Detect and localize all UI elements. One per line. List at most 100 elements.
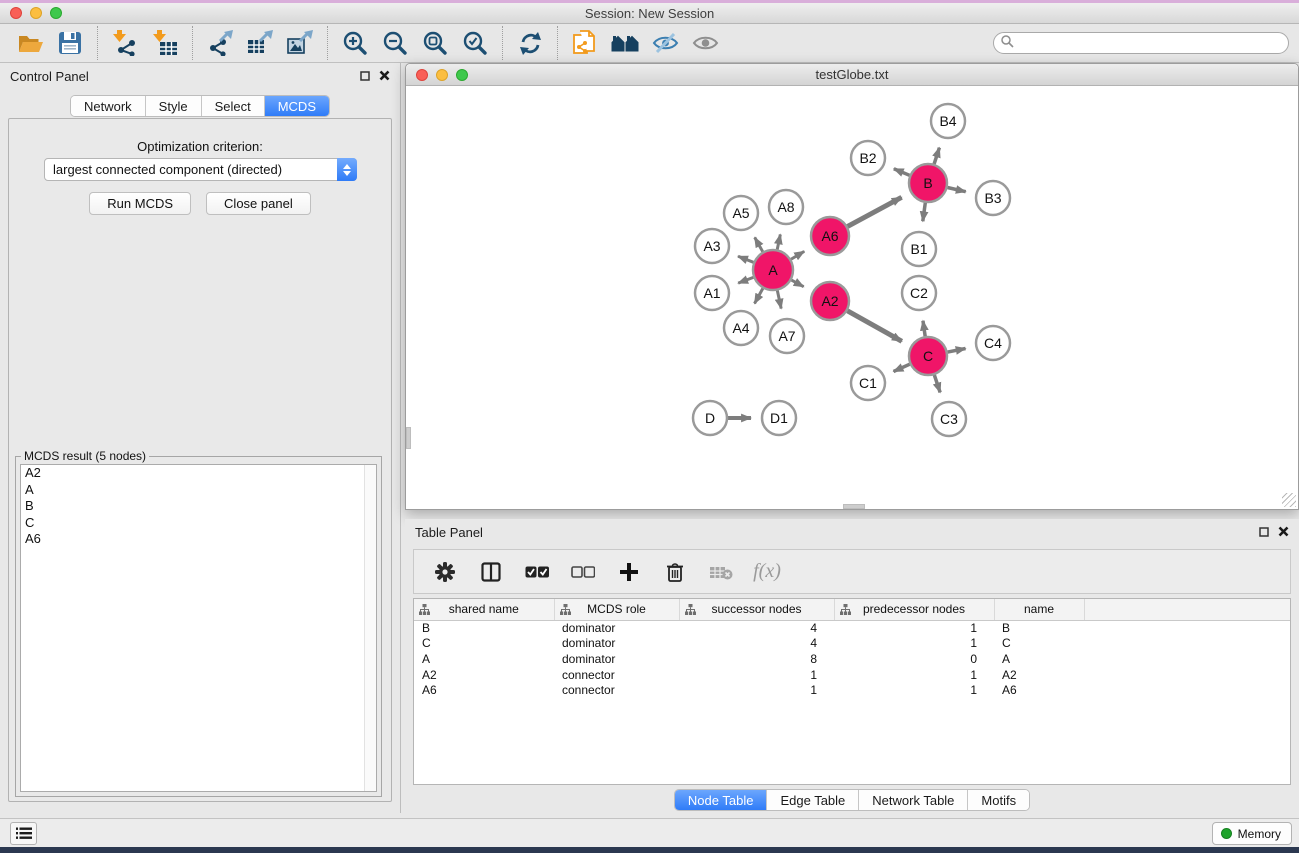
table-row[interactable]: Cdominator41C (414, 636, 1290, 652)
cell-name[interactable]: A6 (994, 682, 1084, 698)
tab-node-table[interactable]: Node Table (675, 790, 768, 810)
edge-A-A2[interactable] (791, 280, 803, 287)
cell-successor-nodes[interactable]: 4 (679, 636, 834, 652)
column-header-predecessor-nodes[interactable]: predecessor nodes (834, 599, 994, 620)
edge-A-A6[interactable] (791, 251, 804, 259)
table-row[interactable]: Adominator80A (414, 651, 1290, 667)
cell-successor-nodes[interactable]: 4 (679, 620, 834, 636)
edge-A-A1[interactable] (738, 277, 753, 283)
optimization-criterion-dropdown[interactable]: largest connected component (directed) (44, 158, 357, 181)
vertical-scrollbar-stub[interactable] (406, 427, 411, 449)
column-selector-icon[interactable] (478, 559, 504, 585)
tab-edge-table[interactable]: Edge Table (767, 790, 859, 810)
node-table[interactable]: shared nameMCDS rolesuccessor nodesprede… (413, 598, 1291, 785)
mcds-result-item[interactable]: B (21, 498, 376, 515)
column-header-MCDS-role[interactable]: MCDS role (554, 599, 679, 620)
tab-motifs[interactable]: Motifs (968, 790, 1029, 810)
cell-MCDS-role[interactable]: connector (554, 682, 679, 698)
edge-B-B3[interactable] (947, 187, 965, 191)
export-network-icon[interactable] (200, 27, 240, 59)
save-session-icon[interactable] (50, 27, 90, 59)
cell-MCDS-role[interactable]: connector (554, 667, 679, 683)
cell-shared-name[interactable]: A6 (414, 682, 554, 698)
edge-C-C2[interactable] (923, 321, 925, 336)
edge-B-B4[interactable] (934, 148, 939, 164)
add-column-icon[interactable] (616, 559, 642, 585)
import-table-icon[interactable] (145, 27, 185, 59)
mcds-result-item[interactable]: A2 (21, 465, 376, 482)
cell-MCDS-role[interactable]: dominator (554, 620, 679, 636)
cell-predecessor-nodes[interactable]: 1 (834, 682, 994, 698)
zoom-in-icon[interactable] (335, 27, 375, 59)
table-row[interactable]: A2connector11A2 (414, 667, 1290, 683)
tab-network[interactable]: Network (71, 96, 146, 116)
show-all-icon[interactable] (685, 27, 725, 59)
close-panel-icon[interactable] (379, 68, 390, 86)
cell-name[interactable]: A (994, 651, 1084, 667)
column-header-shared-name[interactable]: shared name (414, 599, 554, 620)
horizontal-scrollbar-stub[interactable] (843, 504, 865, 509)
edge-A-A5[interactable] (755, 237, 763, 251)
refresh-layout-icon[interactable] (510, 27, 550, 59)
cell-predecessor-nodes[interactable]: 1 (834, 667, 994, 683)
hide-selected-icon[interactable] (645, 27, 685, 59)
cell-shared-name[interactable]: B (414, 620, 554, 636)
edge-C-C4[interactable] (948, 348, 966, 352)
mcds-result-item[interactable]: C (21, 515, 376, 532)
export-table-icon[interactable] (240, 27, 280, 59)
search-input[interactable] (1014, 34, 1288, 52)
edge-A2-C[interactable] (847, 311, 901, 342)
close-panel-button[interactable]: Close panel (206, 192, 311, 215)
network-canvas[interactable]: AA1A2A3A4A5A6A7A8BB1B2B3B4CC1C2C3C4DD1 (406, 86, 1298, 509)
cell-successor-nodes[interactable]: 1 (679, 682, 834, 698)
open-session-icon[interactable] (10, 27, 50, 59)
tab-select[interactable]: Select (202, 96, 265, 116)
mcds-result-item[interactable]: A (21, 482, 376, 499)
tab-style[interactable]: Style (146, 96, 202, 116)
edge-C-C1[interactable] (894, 364, 910, 371)
select-all-icon[interactable] (524, 559, 550, 585)
zoom-selected-icon[interactable] (455, 27, 495, 59)
zoom-fit-icon[interactable] (415, 27, 455, 59)
cell-MCDS-role[interactable]: dominator (554, 651, 679, 667)
run-mcds-button[interactable]: Run MCDS (89, 192, 191, 215)
cell-predecessor-nodes[interactable]: 1 (834, 636, 994, 652)
cell-predecessor-nodes[interactable]: 1 (834, 620, 994, 636)
edge-C-C3[interactable] (934, 375, 940, 392)
memory-button[interactable]: Memory (1212, 822, 1292, 845)
tab-mcds[interactable]: MCDS (265, 96, 329, 116)
cell-shared-name[interactable]: A2 (414, 667, 554, 683)
deselect-all-icon[interactable] (570, 559, 596, 585)
task-history-button[interactable] (10, 822, 37, 845)
mcds-result-list[interactable]: A2ABCA6 (20, 464, 377, 792)
delete-column-icon[interactable] (662, 559, 688, 585)
edge-A6-B[interactable] (848, 197, 902, 226)
table-row[interactable]: Bdominator41B (414, 620, 1290, 636)
cell-MCDS-role[interactable]: dominator (554, 636, 679, 652)
export-image-icon[interactable] (280, 27, 320, 59)
edge-B-B1[interactable] (923, 203, 926, 221)
float-panel-icon[interactable] (360, 68, 370, 86)
first-neighbors-icon[interactable] (605, 27, 645, 59)
table-row[interactable]: A6connector11A6 (414, 682, 1290, 698)
edge-A-A8[interactable] (777, 234, 780, 249)
float-panel-icon[interactable] (1259, 524, 1269, 542)
mcds-result-item[interactable]: A6 (21, 531, 376, 548)
edge-A-A7[interactable] (777, 291, 781, 309)
cell-name[interactable]: B (994, 620, 1084, 636)
resize-grip-icon[interactable] (1282, 493, 1296, 507)
cell-name[interactable]: A2 (994, 667, 1084, 683)
zoom-out-icon[interactable] (375, 27, 415, 59)
edge-A-A3[interactable] (738, 256, 753, 262)
cell-predecessor-nodes[interactable]: 0 (834, 651, 994, 667)
cell-successor-nodes[interactable]: 1 (679, 667, 834, 683)
cell-shared-name[interactable]: C (414, 636, 554, 652)
cell-successor-nodes[interactable]: 8 (679, 651, 834, 667)
cell-shared-name[interactable]: A (414, 651, 554, 667)
new-network-from-selection-icon[interactable] (565, 27, 605, 59)
table-settings-gear-icon[interactable] (432, 559, 458, 585)
column-header-name[interactable]: name (994, 599, 1084, 620)
import-network-icon[interactable] (105, 27, 145, 59)
edge-B-B2[interactable] (894, 169, 910, 176)
close-panel-icon[interactable] (1278, 524, 1289, 542)
